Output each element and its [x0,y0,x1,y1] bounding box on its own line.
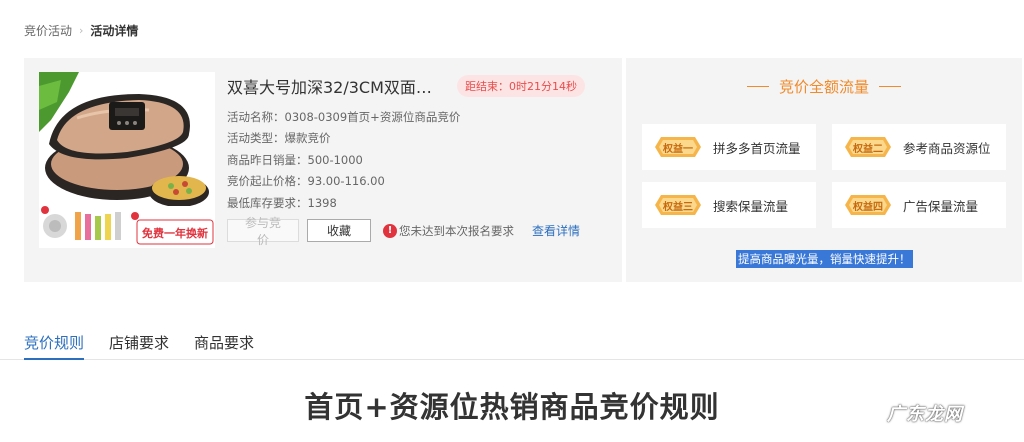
benefit-tag-2: 权益二 [845,137,891,157]
eligibility-warning: ! 您未达到本次报名要求 [383,223,514,239]
breadcrumb: 竞价活动 › 活动详情 [24,22,138,39]
product-image[interactable]: 免费一年换新 [39,72,215,248]
image-promo-text: 免费一年换新 [142,227,208,240]
benefit-card-3: 权益三 搜索保量流量 [642,182,816,228]
favorite-button[interactable]: 收藏 [307,219,371,242]
title-dash-left [746,86,769,87]
benefit-tag-1: 权益一 [655,137,701,157]
rules-heading: 首页+资源位热销商品竞价规则 [304,390,720,424]
breadcrumb-link-bidding[interactable]: 竞价活动 [24,22,72,39]
product-actions: 参与竞价 收藏 ! 您未达到本次报名要求 查看详情 [227,216,580,247]
info-activity-type: 活动类型：爆款竞价 [227,131,331,146]
info-activity-name: 活动名称：0308-0309首页+资源位商品竞价 [227,110,461,124]
info-min-stock: 最低库存要求：1398 [227,195,337,210]
info-price-range: 竞价起止价格：93.00-116.00 [227,174,385,189]
breadcrumb-current: 活动详情 [90,24,139,38]
benefits-tagline: 提高商品曝光量，销量快速提升！ [736,250,913,268]
site-watermark: 广东龙网 [887,404,963,425]
product-title-row: 双喜大号加深32/3CM双面煎... 距结束：0时21分14秒 [227,74,617,98]
product-info-list: 活动名称：0308-0309首页+资源位商品竞价 活动类型：爆款竞价 商品昨日销… [227,107,460,214]
product-title[interactable]: 双喜大号加深32/3CM双面煎... [227,74,445,98]
benefit-tag-3: 权益三 [655,195,701,215]
benefit-label-3: 搜索保量流量 [713,198,789,214]
product-card: 免费一年换新 双喜大号加深32/3CM双面煎... 距结束：0时21分14秒 活… [24,58,622,282]
chevron-right-icon: › [79,24,84,37]
benefits-title-text: 竞价全额流量 [778,78,869,96]
benefits-panel: 竞价全额流量 权益一 拼多多首页流量 权益二 参考商品资源位 权益三 搜索保量流… [626,58,1022,282]
benefit-card-4: 权益四 广告保量流量 [832,182,1006,228]
benefit-label-2: 参考商品资源位 [903,140,991,156]
view-details-link[interactable]: 查看详情 [532,222,580,239]
countdown-badge: 距结束：0时21分14秒 [457,75,585,97]
alert-icon: ! [383,223,397,238]
benefits-title: 竞价全额流量 [626,76,1022,97]
benefit-card-1: 权益一 拼多多首页流量 [642,124,816,170]
info-yesterday-sales: 商品昨日销量：500-1000 [227,152,363,167]
tab-product-requirements[interactable]: 商品要求 [194,332,254,360]
benefit-label-4: 广告保量流量 [903,198,979,214]
product-photo-graphic [39,72,215,248]
tab-shop-requirements[interactable]: 店铺要求 [109,332,169,360]
join-bidding-button[interactable]: 参与竞价 [227,216,299,247]
benefit-label-1: 拼多多首页流量 [713,140,801,156]
rules-tab-bar: 竞价规则 店铺要求 商品要求 [0,330,1024,360]
benefit-card-2: 权益二 参考商品资源位 [832,124,1006,170]
benefit-tag-4: 权益四 [845,195,891,215]
warning-text: 您未达到本次报名要求 [399,223,514,238]
title-dash-right [879,86,901,87]
tab-bidding-rules[interactable]: 竞价规则 [24,332,85,360]
